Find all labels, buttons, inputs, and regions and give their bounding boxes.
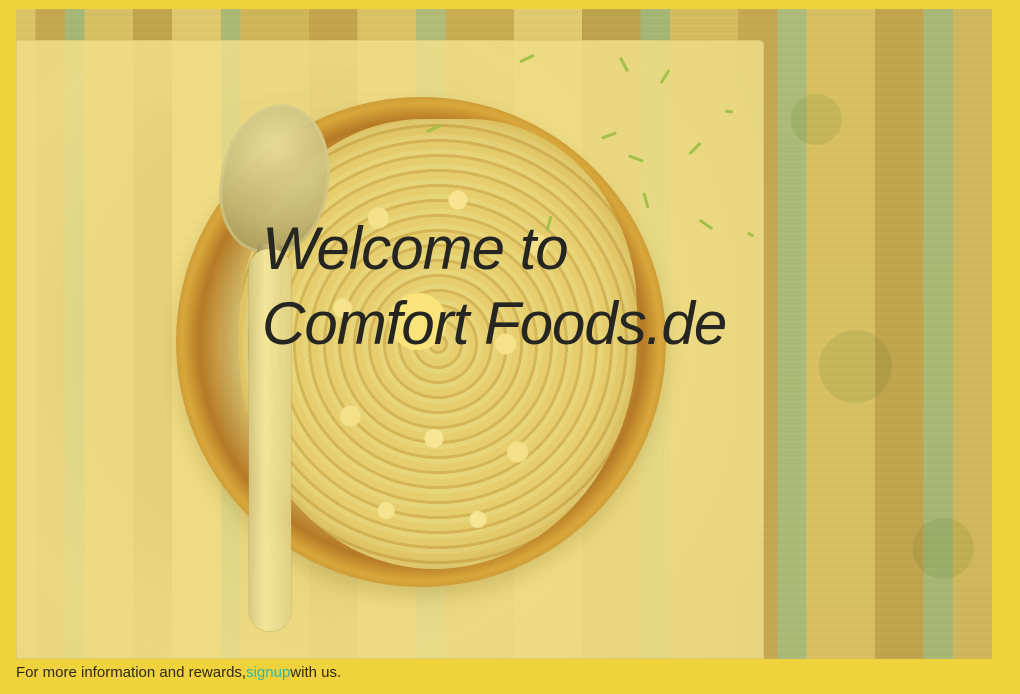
- hero-title: Welcome to Comfort Foods.de: [262, 211, 727, 361]
- footer-message: For more information and rewards, signup…: [16, 660, 341, 684]
- hero-title-line-2: Comfort Foods.de: [262, 290, 727, 357]
- footer-suffix: with us.: [290, 663, 342, 681]
- signup-link[interactable]: signup: [246, 664, 290, 681]
- page: Welcome to Comfort Foods.de For more inf…: [0, 0, 1020, 694]
- hero-title-line-1: Welcome to: [262, 215, 569, 282]
- hero-image: Welcome to Comfort Foods.de: [16, 9, 992, 659]
- footer-prefix: For more information and rewards,: [16, 663, 247, 681]
